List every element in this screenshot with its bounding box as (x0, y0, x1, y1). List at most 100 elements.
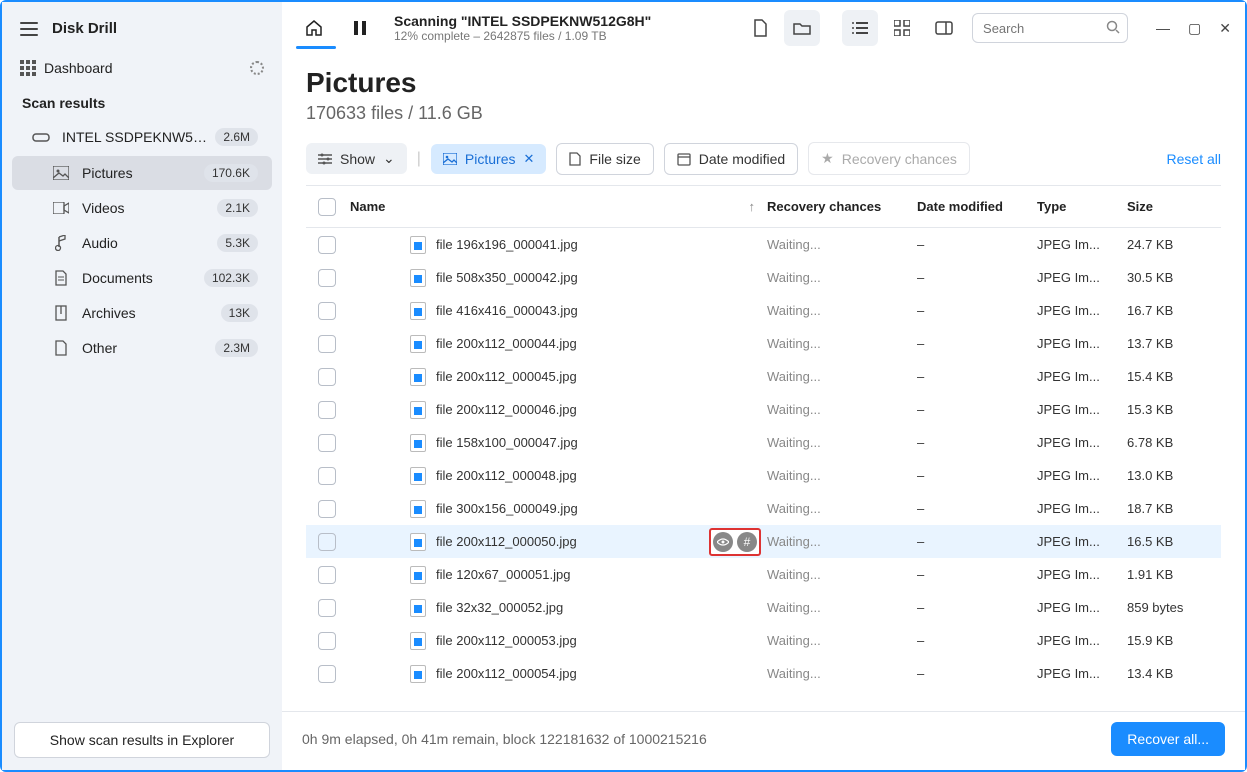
sidebar-item-label: Pictures (82, 165, 133, 181)
sidebar-item-other[interactable]: Other2.3M (12, 331, 272, 365)
preview-button[interactable] (713, 532, 733, 552)
table-row[interactable]: file 508x350_000042.jpg Waiting... – JPE… (306, 261, 1221, 294)
reset-filters-button[interactable]: Reset all (1167, 151, 1221, 167)
maximize-button[interactable]: ▢ (1188, 20, 1201, 37)
status-text: 0h 9m elapsed, 0h 41m remain, block 1221… (302, 731, 707, 747)
table-row[interactable]: file 200x112_000046.jpg Waiting... – JPE… (306, 393, 1221, 426)
table-row[interactable]: file 200x112_000054.jpg Waiting... – JPE… (306, 657, 1221, 690)
row-checkbox[interactable] (318, 368, 336, 386)
jpeg-file-icon (410, 500, 426, 518)
file-size: 1.91 KB (1127, 567, 1217, 582)
table-row[interactable]: file 200x112_000045.jpg Waiting... – JPE… (306, 360, 1221, 393)
sidebar-drive[interactable]: INTEL SSDPEKNW512G... 2.6M (12, 120, 272, 154)
date-modified: – (917, 435, 1037, 450)
status-bar: 0h 9m elapsed, 0h 41m remain, block 1221… (282, 711, 1245, 770)
row-checkbox[interactable] (318, 599, 336, 617)
recover-all-button[interactable]: Recover all... (1111, 722, 1225, 756)
list-view-button[interactable] (842, 10, 878, 46)
row-checkbox[interactable] (318, 302, 336, 320)
row-checkbox[interactable] (318, 665, 336, 683)
close-button[interactable]: ✕ (1219, 20, 1231, 37)
show-in-explorer-button[interactable]: Show scan results in Explorer (14, 722, 270, 758)
table-row[interactable]: file 200x112_000044.jpg Waiting... – JPE… (306, 327, 1221, 360)
file-name: file 200x112_000046.jpg (436, 402, 577, 417)
sidebar-item-count: 170.6K (204, 164, 258, 182)
file-name: file 158x100_000047.jpg (436, 435, 578, 450)
sidebar-item-pictures[interactable]: Pictures 170.6K (12, 156, 272, 190)
file-name: file 120x67_000051.jpg (436, 567, 570, 582)
row-checkbox[interactable] (318, 401, 336, 419)
file-name: file 32x32_000052.jpg (436, 600, 563, 615)
row-checkbox[interactable] (318, 236, 336, 254)
table-row[interactable]: file 196x196_000041.jpg Waiting... – JPE… (306, 228, 1221, 261)
row-checkbox[interactable] (318, 533, 336, 551)
home-button[interactable] (296, 10, 332, 46)
row-checkbox[interactable] (318, 467, 336, 485)
pause-button[interactable] (342, 10, 378, 46)
file-type: JPEG Im... (1037, 270, 1127, 285)
sidebar-item-dashboard[interactable]: Dashboard (2, 51, 282, 85)
sidebar-item-count: 2.3M (215, 339, 258, 357)
date-modified: – (917, 666, 1037, 681)
table-row[interactable]: file 120x67_000051.jpg Waiting... – JPEG… (306, 558, 1221, 591)
main-area: Scanning "INTEL SSDPEKNW512G8H" 12% comp… (282, 2, 1245, 770)
file-size: 13.0 KB (1127, 468, 1217, 483)
sidebar-item-videos[interactable]: Videos2.1K (12, 191, 272, 225)
table-row[interactable]: file 200x112_000053.jpg Waiting... – JPE… (306, 624, 1221, 657)
table-row[interactable]: file 200x112_000048.jpg Waiting... – JPE… (306, 459, 1221, 492)
grid-view-button[interactable] (884, 10, 920, 46)
menu-icon[interactable] (20, 22, 38, 36)
sidebar-item-count: 2.1K (217, 199, 258, 217)
minimize-button[interactable]: — (1156, 20, 1170, 37)
show-filter[interactable]: Show ⌄ (306, 143, 407, 174)
file-type: JPEG Im... (1037, 600, 1127, 615)
col-date[interactable]: Date modified (917, 199, 1037, 214)
recovery-status: Waiting... (767, 633, 917, 648)
col-size[interactable]: Size (1127, 199, 1217, 214)
row-checkbox[interactable] (318, 566, 336, 584)
date-modified: – (917, 633, 1037, 648)
calendar-icon (677, 152, 691, 166)
select-all-checkbox[interactable] (318, 198, 336, 216)
row-checkbox[interactable] (318, 269, 336, 287)
col-recovery[interactable]: Recovery chances (767, 199, 917, 214)
table-row[interactable]: file 32x32_000052.jpg Waiting... – JPEG … (306, 591, 1221, 624)
scan-subtitle: 12% complete – 2642875 files / 1.09 TB (394, 29, 651, 43)
sidebar-item-archives[interactable]: Archives13K (12, 296, 272, 330)
sort-asc-icon[interactable]: ↑ (749, 199, 756, 214)
search-box (972, 13, 1128, 43)
file-size: 15.9 KB (1127, 633, 1217, 648)
file-view-button[interactable] (742, 10, 778, 46)
sidebar-item-label: Documents (82, 270, 153, 286)
row-checkbox[interactable] (318, 434, 336, 452)
sidebar-item-audio[interactable]: Audio5.3K (12, 226, 272, 260)
audio-icon (52, 234, 70, 252)
panel-view-button[interactable] (926, 10, 962, 46)
row-checkbox[interactable] (318, 632, 336, 650)
filesize-filter[interactable]: File size (556, 143, 653, 175)
col-type[interactable]: Type (1037, 199, 1127, 214)
sidebar-item-documents[interactable]: Documents102.3K (12, 261, 272, 295)
search-input[interactable] (972, 13, 1128, 43)
file-type: JPEG Im... (1037, 633, 1127, 648)
table-row[interactable]: file 158x100_000047.jpg Waiting... – JPE… (306, 426, 1221, 459)
row-checkbox[interactable] (318, 335, 336, 353)
col-name[interactable]: Name (350, 199, 385, 214)
file-name: file 416x416_000043.jpg (436, 303, 578, 318)
date-modified: – (917, 567, 1037, 582)
folder-view-button[interactable] (784, 10, 820, 46)
file-size: 15.4 KB (1127, 369, 1217, 384)
table-row[interactable]: file 300x156_000049.jpg Waiting... – JPE… (306, 492, 1221, 525)
recovery-filter[interactable]: ★ Recovery chances (808, 142, 970, 175)
pictures-filter-chip[interactable]: Pictures ✕ (431, 144, 546, 174)
table-row[interactable]: file 416x416_000043.jpg Waiting... – JPE… (306, 294, 1221, 327)
sliders-icon (318, 153, 332, 165)
datemodified-filter[interactable]: Date modified (664, 143, 798, 175)
table-row[interactable]: file 200x112_000050.jpg# Waiting... – JP… (306, 525, 1221, 558)
row-checkbox[interactable] (318, 500, 336, 518)
hex-button[interactable]: # (737, 532, 757, 552)
remove-filter-icon[interactable]: ✕ (524, 151, 535, 167)
file-table: Name ↑ Recovery chances Date modified Typ… (306, 185, 1221, 711)
search-icon (1106, 20, 1120, 34)
recovery-status: Waiting... (767, 336, 917, 351)
